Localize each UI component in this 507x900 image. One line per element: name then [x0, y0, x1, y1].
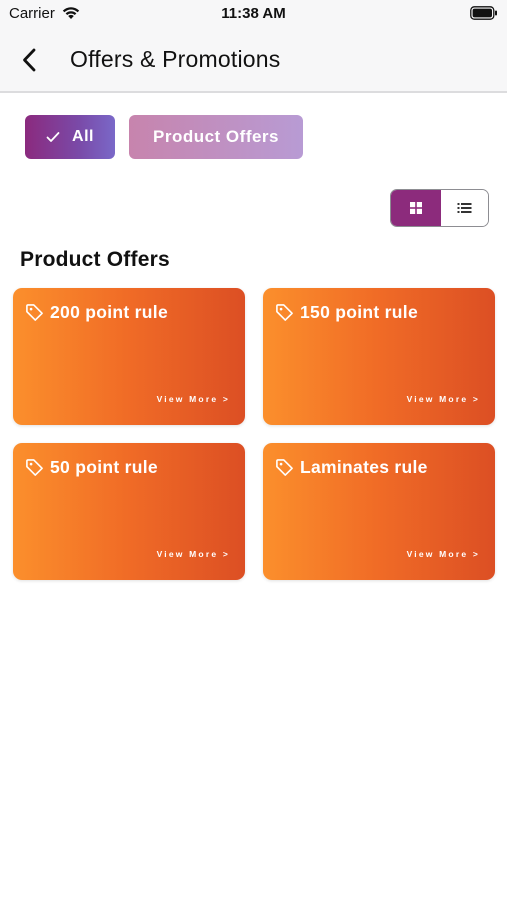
tag-icon: [25, 458, 44, 477]
offer-card[interactable]: 50 point rule View More >: [13, 443, 245, 580]
offer-card-header: 150 point rule: [275, 302, 418, 323]
filter-chip-product-offers-label: Product Offers: [152, 127, 280, 146]
page-title: Offers & Promotions: [70, 46, 281, 72]
offer-card[interactable]: 200 point rule View More >: [13, 288, 245, 425]
view-more-link[interactable]: View More >: [157, 549, 230, 559]
view-more-link[interactable]: View More >: [157, 394, 230, 404]
offer-title: 200 point rule: [50, 302, 168, 322]
list-icon: [457, 203, 472, 213]
navigation-bar: Offers & Promotions: [0, 28, 507, 93]
view-toggle: [390, 189, 489, 227]
offer-title: Laminates rule: [300, 457, 428, 477]
chevron-left-icon: [23, 48, 36, 72]
grid-view-button[interactable]: [391, 190, 441, 226]
back-button[interactable]: [14, 44, 44, 76]
grid-icon: [410, 202, 422, 214]
battery-icon: [470, 6, 498, 20]
status-bar: Carrier 11:38 AM: [0, 0, 507, 28]
offer-card[interactable]: 150 point rule View More >: [263, 288, 495, 425]
view-more-link[interactable]: View More >: [407, 549, 480, 559]
offer-title: 150 point rule: [300, 302, 418, 322]
filter-chip-all-label: All: [72, 128, 94, 145]
offer-card-header: Laminates rule: [275, 457, 428, 478]
screen: Carrier 11:38 AM Offers & Promotions All…: [0, 0, 507, 900]
filter-chip-product-offers[interactable]: Product Offers: [129, 115, 303, 159]
offer-card-header: 200 point rule: [25, 302, 168, 323]
offer-card[interactable]: Laminates rule View More >: [263, 443, 495, 580]
status-time: 11:38 AM: [221, 5, 286, 22]
tag-icon: [275, 458, 294, 477]
filter-chip-all[interactable]: All: [25, 115, 115, 159]
offer-title: 50 point rule: [50, 457, 158, 477]
checkmark-icon: [46, 131, 60, 143]
view-more-link[interactable]: View More >: [407, 394, 480, 404]
section-heading: Product Offers: [20, 248, 170, 271]
list-view-button[interactable]: [441, 190, 488, 226]
tag-icon: [25, 303, 44, 322]
tag-icon: [275, 303, 294, 322]
offer-card-header: 50 point rule: [25, 457, 158, 478]
